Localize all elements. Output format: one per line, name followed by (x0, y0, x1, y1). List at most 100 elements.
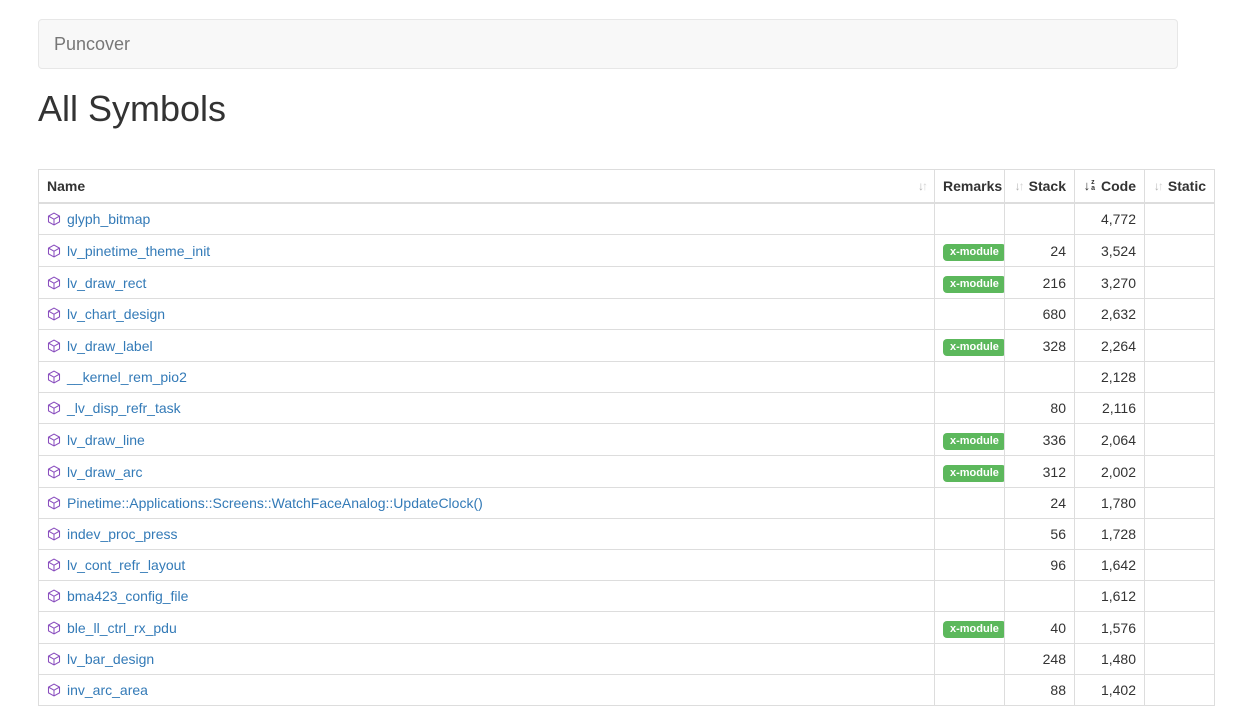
cube-icon (47, 526, 61, 540)
cube-icon (47, 432, 61, 446)
symbol-link[interactable]: lv_cont_refr_layout (67, 557, 185, 573)
symbol-link[interactable]: bma423_config_file (67, 588, 188, 604)
table-row: _lv_disp_refr_task802,116 (39, 393, 1215, 424)
table-row: glyph_bitmap4,772 (39, 203, 1215, 235)
cube-icon (47, 495, 61, 509)
symbol-link[interactable]: __kernel_rem_pio2 (67, 369, 187, 385)
column-header-static[interactable]: ↓↑ Static (1145, 170, 1215, 204)
code-cell: 2,002 (1075, 456, 1145, 488)
sort-icon: ↓↑ (1015, 176, 1023, 196)
table-header-row: Name ↓↑ Remarks ↓↑ Stack ↓ (39, 170, 1215, 204)
symbol-name-cell: lv_chart_design (39, 299, 935, 330)
cube-icon (47, 588, 61, 602)
code-cell: 3,270 (1075, 267, 1145, 299)
remarks-cell: x-module (935, 235, 1005, 267)
symbol-name-cell: lv_draw_line (39, 424, 935, 456)
cube-icon (47, 651, 61, 665)
symbol-link[interactable]: lv_bar_design (67, 651, 154, 667)
column-label-static: Static (1168, 176, 1206, 196)
stack-cell: 216 (1005, 267, 1075, 299)
column-header-name[interactable]: Name ↓↑ (39, 170, 935, 204)
code-cell: 3,524 (1075, 235, 1145, 267)
symbol-link[interactable]: _lv_disp_refr_task (67, 400, 181, 416)
sort-desc-icon: ↓ za (1084, 176, 1095, 196)
remarks-cell (935, 675, 1005, 706)
stack-cell: 40 (1005, 612, 1075, 644)
symbol-link[interactable]: indev_proc_press (67, 526, 178, 542)
symbol-link[interactable]: lv_draw_line (67, 432, 145, 448)
symbol-link[interactable]: Pinetime::Applications::Screens::WatchFa… (67, 495, 483, 511)
cube-icon (47, 211, 61, 225)
symbol-name-cell: ble_ll_ctrl_rx_pdu (39, 612, 935, 644)
navbar-brand-link[interactable]: Puncover (39, 20, 145, 68)
cube-icon (47, 464, 61, 478)
stack-cell: 328 (1005, 330, 1075, 362)
code-cell: 1,728 (1075, 519, 1145, 550)
static-cell (1145, 644, 1215, 675)
static-cell (1145, 675, 1215, 706)
static-cell (1145, 267, 1215, 299)
sort-icon: ↓↑ (1154, 176, 1162, 196)
table-row: Pinetime::Applications::Screens::WatchFa… (39, 488, 1215, 519)
symbol-link[interactable]: glyph_bitmap (67, 211, 150, 227)
cube-icon (47, 400, 61, 414)
remarks-cell (935, 488, 1005, 519)
stack-cell: 56 (1005, 519, 1075, 550)
code-cell: 1,402 (1075, 675, 1145, 706)
remarks-cell: x-module (935, 424, 1005, 456)
symbol-link[interactable]: inv_arc_area (67, 682, 148, 698)
stack-cell (1005, 581, 1075, 612)
static-cell (1145, 362, 1215, 393)
cube-icon (47, 338, 61, 352)
column-label-remarks: Remarks (943, 178, 1002, 194)
column-label-code: Code (1101, 176, 1136, 196)
static-cell (1145, 550, 1215, 581)
x-module-badge: x-module (943, 433, 1005, 450)
table-row: lv_chart_design 6802,632 (39, 299, 1215, 330)
table-row: lv_pinetime_theme_init x-module243,524 (39, 235, 1215, 267)
cube-icon (47, 275, 61, 289)
symbol-link[interactable]: lv_pinetime_theme_init (67, 243, 210, 259)
code-cell: 2,116 (1075, 393, 1145, 424)
stack-cell: 680 (1005, 299, 1075, 330)
static-cell (1145, 299, 1215, 330)
table-row: lv_bar_design2481,480 (39, 644, 1215, 675)
x-module-badge: x-module (943, 244, 1005, 261)
remarks-cell (935, 519, 1005, 550)
x-module-badge: x-module (943, 621, 1005, 638)
stack-cell: 24 (1005, 488, 1075, 519)
symbol-name-cell: lv_cont_refr_layout (39, 550, 935, 581)
symbol-link[interactable]: ble_ll_ctrl_rx_pdu (67, 620, 177, 636)
static-cell (1145, 612, 1215, 644)
symbol-name-cell: lv_draw_arc (39, 456, 935, 488)
symbol-link[interactable]: lv_chart_design (67, 306, 165, 322)
cube-icon (47, 369, 61, 383)
code-cell: 2,264 (1075, 330, 1145, 362)
symbol-name-cell: lv_draw_rect (39, 267, 935, 299)
table-row: __kernel_rem_pio22,128 (39, 362, 1215, 393)
symbol-link[interactable]: lv_draw_rect (67, 275, 146, 291)
static-cell (1145, 456, 1215, 488)
remarks-cell: x-module (935, 456, 1005, 488)
symbols-table: Name ↓↑ Remarks ↓↑ Stack ↓ (38, 169, 1215, 706)
code-cell: 2,632 (1075, 299, 1145, 330)
stack-cell: 24 (1005, 235, 1075, 267)
cube-icon (47, 243, 61, 257)
symbol-name-cell: lv_draw_label (39, 330, 935, 362)
column-header-code[interactable]: ↓ za Code (1075, 170, 1145, 204)
table-row: lv_draw_label x-module3282,264 (39, 330, 1215, 362)
column-header-stack[interactable]: ↓↑ Stack (1005, 170, 1075, 204)
column-header-remarks: Remarks (935, 170, 1005, 204)
static-cell (1145, 235, 1215, 267)
sort-icon: ↓↑ (918, 176, 926, 196)
symbol-name-cell: __kernel_rem_pio2 (39, 362, 935, 393)
symbols-table-body: glyph_bitmap4,772lv_pinetime_theme_initx… (39, 203, 1215, 706)
table-row: lv_draw_linex-module3362,064 (39, 424, 1215, 456)
symbol-link[interactable]: lv_draw_arc (67, 464, 142, 480)
symbol-link[interactable]: lv_draw_label (67, 338, 153, 354)
symbol-name-cell: lv_pinetime_theme_init (39, 235, 935, 267)
remarks-cell (935, 581, 1005, 612)
remarks-cell: x-module (935, 330, 1005, 362)
remarks-cell (935, 203, 1005, 235)
stack-cell: 312 (1005, 456, 1075, 488)
